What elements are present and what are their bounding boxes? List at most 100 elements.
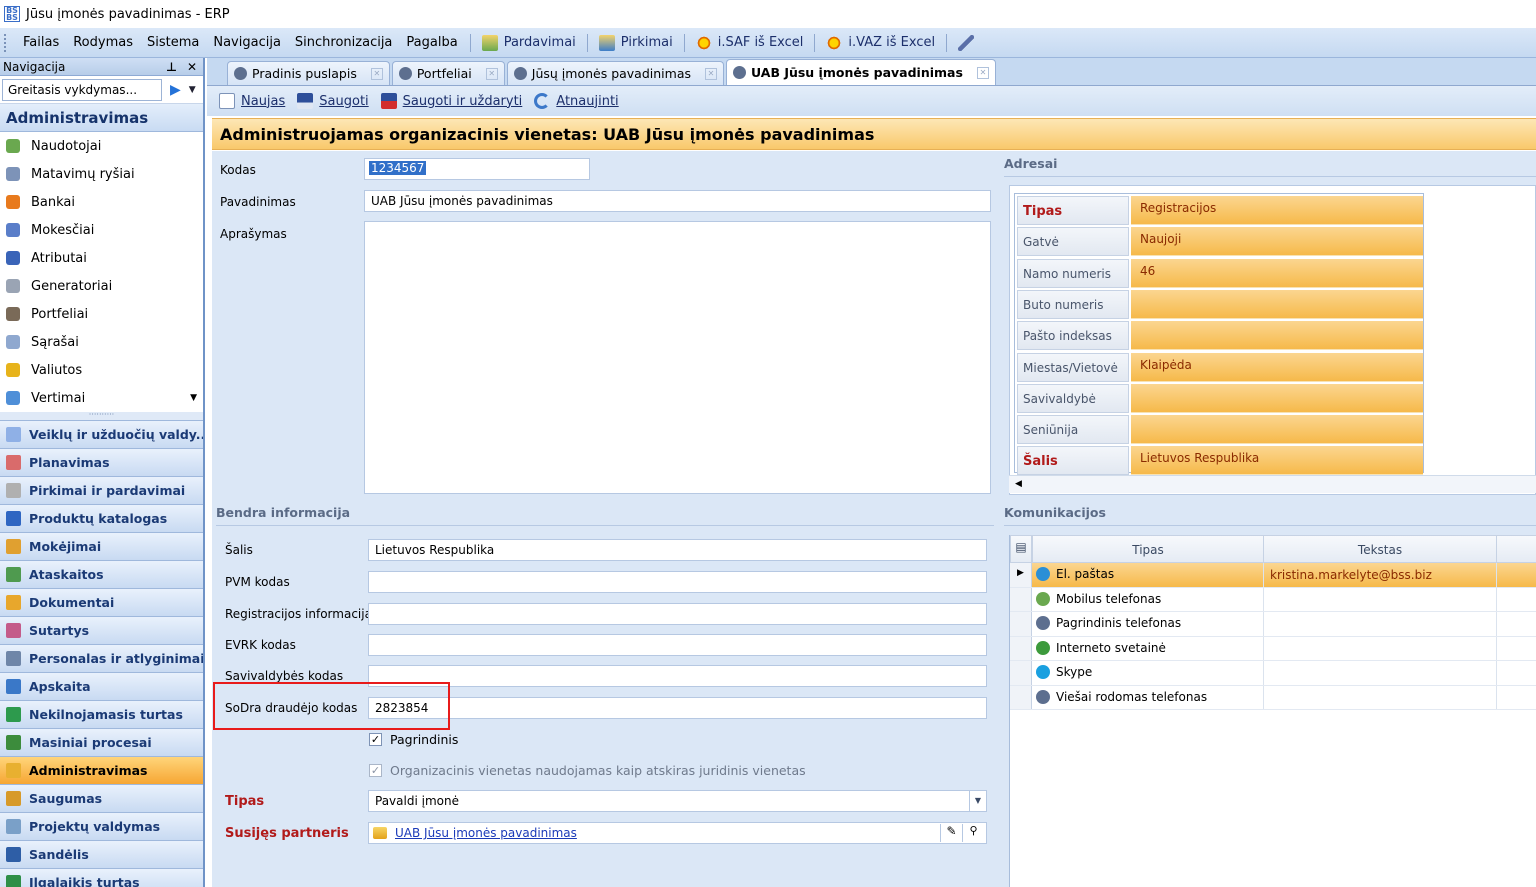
sodra-code-field[interactable]: 2823854	[368, 697, 987, 719]
nav-group[interactable]: Apskaita	[0, 672, 203, 700]
address-field-value[interactable]: Naujoji	[1131, 227, 1423, 257]
nav-group[interactable]: Produktų katalogas	[0, 504, 203, 532]
registration-info-field[interactable]	[368, 603, 987, 625]
quick-run-input[interactable]: Greitasis vykdymas...	[2, 78, 162, 101]
refresh-button[interactable]: Atnaujinti	[528, 93, 624, 109]
close-icon[interactable]: ✕	[370, 67, 383, 80]
purchases-button[interactable]: Pirkimai	[593, 34, 679, 51]
nav-group[interactable]: Ataskaitos	[0, 560, 203, 588]
nav-group[interactable]: Planavimas	[0, 448, 203, 476]
nav-group[interactable]: Dokumentai	[0, 588, 203, 616]
menu-navigacija[interactable]: Navigacija	[206, 35, 288, 50]
partner-field[interactable]: UAB Jūsu įmonės pavadinimas ✎ ⚲	[368, 822, 987, 844]
chevron-down-icon[interactable]: ▼	[189, 85, 196, 95]
menu-sinchronizacija[interactable]: Sinchronizacija	[288, 35, 399, 50]
isaf-excel-button[interactable]: i.SAF iš Excel	[690, 34, 810, 51]
edit-icon[interactable]: ✎	[940, 824, 962, 842]
municipality-code-field[interactable]	[368, 665, 987, 687]
communication-row[interactable]: ▶ El. paštas kristina.markelyte@bss.biz	[1010, 563, 1536, 588]
nav-group[interactable]: Mokėjimai	[0, 532, 203, 560]
communication-row[interactable]: Pagrindinis telefonas	[1010, 612, 1536, 637]
menu-sistema[interactable]: Sistema	[140, 35, 206, 50]
nav-group[interactable]: Veiklų ir užduočių valdy...	[0, 420, 203, 448]
communication-row[interactable]: Skype	[1010, 661, 1536, 686]
vat-code-field[interactable]	[368, 571, 987, 593]
nav-item[interactable]: Valiutos	[0, 356, 203, 384]
communication-row[interactable]: Mobilus telefonas	[1010, 587, 1536, 612]
tab[interactable]: UAB Jūsu įmonės pavadinimas ✕	[726, 59, 996, 85]
communication-row[interactable]: Viešai rodomas telefonas	[1010, 685, 1536, 710]
toolbar-grip[interactable]	[4, 33, 8, 52]
ivaz-excel-button[interactable]: i.VAZ iš Excel	[820, 34, 941, 51]
address-field-value[interactable]: Registracijos	[1131, 196, 1423, 225]
address-field-value[interactable]: Klaipėda	[1131, 352, 1423, 382]
address-row[interactable]: Šalis Lietuvos Respublika	[1017, 446, 1423, 476]
address-row[interactable]: Pašto indeksas	[1017, 321, 1423, 351]
grid-menu-icon[interactable]: ▤	[1010, 535, 1032, 563]
nav-item[interactable]: Portfeliai	[0, 300, 203, 328]
menu-rodymas[interactable]: Rodymas	[66, 35, 140, 50]
scroll-left-icon[interactable]: ◀	[1015, 479, 1022, 489]
address-field-value[interactable]	[1131, 383, 1423, 413]
tools-button[interactable]	[952, 34, 986, 51]
name-field[interactable]: UAB Jūsu įmonės pavadinimas	[364, 190, 991, 212]
nav-group[interactable]: Sandėlis	[0, 840, 203, 868]
save-button[interactable]: Saugoti	[291, 93, 374, 109]
code-field[interactable]: 1234567	[364, 158, 590, 180]
address-row[interactable]: Gatvė Naujoji	[1017, 227, 1423, 257]
tab[interactable]: Pradinis puslapis ✕	[227, 61, 390, 85]
sales-button[interactable]: Pardavimai	[476, 34, 582, 51]
nav-group[interactable]: Masiniai procesai	[0, 728, 203, 756]
nav-item[interactable]: Mokesčiai	[0, 216, 203, 244]
close-icon[interactable]: ✕	[187, 60, 197, 74]
nav-group[interactable]: Projektų valdymas	[0, 812, 203, 840]
nav-item[interactable]: Bankai	[0, 188, 203, 216]
address-field-value[interactable]: 46	[1131, 258, 1423, 288]
address-field-value[interactable]	[1131, 321, 1423, 351]
col-header-type[interactable]: Tipas	[1032, 535, 1264, 563]
nav-group[interactable]: Personalas ir atlyginimai	[0, 644, 203, 672]
save-close-button[interactable]: Saugoti ir uždaryti	[375, 93, 529, 109]
chevron-down-icon[interactable]: ▼	[969, 791, 986, 811]
address-row[interactable]: Seniūnija	[1017, 415, 1423, 445]
nav-group[interactable]: Sutartys	[0, 616, 203, 644]
address-row[interactable]: Miestas/Vietovė Klaipėda	[1017, 352, 1423, 383]
menu-failas[interactable]: Failas	[16, 35, 66, 50]
nav-item[interactable]: Sąrašai	[0, 328, 203, 356]
nav-item[interactable]: Vertimai ▼	[0, 384, 203, 412]
legal-entity-checkbox[interactable]: ✓ Organizacinis vienetas naudojamas kaip …	[369, 763, 806, 778]
partner-link[interactable]: UAB Jūsu įmonės pavadinimas	[395, 826, 577, 840]
main-checkbox[interactable]: ✓ Pagrindinis	[369, 732, 458, 747]
address-field-value[interactable]	[1131, 415, 1423, 445]
address-field-value[interactable]: Lietuvos Respublika	[1131, 446, 1423, 476]
nav-item[interactable]: Matavimų ryšiai	[0, 160, 203, 188]
address-field-value[interactable]	[1131, 289, 1423, 319]
nav-item[interactable]: Atributai	[0, 244, 203, 272]
address-row[interactable]: Buto numeris	[1017, 289, 1423, 320]
horizontal-scrollbar[interactable]: ◀	[1009, 475, 1536, 493]
new-button[interactable]: Naujas	[213, 93, 291, 109]
nav-group[interactable]: Ilgalaikis turtas	[0, 868, 203, 887]
nav-item[interactable]: Naudotojai	[0, 132, 203, 160]
type-select[interactable]: Pavaldi įmonė ▼	[368, 790, 987, 812]
address-row[interactable]: Tipas Registracijos	[1017, 196, 1423, 226]
col-header-text[interactable]: Tekstas	[1263, 535, 1497, 563]
nav-group[interactable]: Nekilnojamasis turtas	[0, 700, 203, 728]
tab[interactable]: Jūsų įmonės pavadinimas ✕	[506, 61, 724, 85]
close-icon[interactable]: ✕	[705, 67, 717, 80]
address-row[interactable]: Savivaldybė	[1017, 383, 1423, 414]
nav-group[interactable]: Administravimas	[0, 756, 203, 784]
scroll-down-icon[interactable]: ▼	[190, 393, 197, 403]
nav-splitter[interactable]: ··········	[0, 411, 203, 420]
country-field[interactable]: Lietuvos Respublika	[368, 539, 987, 561]
evrk-code-field[interactable]	[368, 634, 987, 656]
address-row[interactable]: Namo numeris 46	[1017, 258, 1423, 289]
nav-group[interactable]: Pirkimai ir pardavimai	[0, 476, 203, 504]
nav-group[interactable]: Saugumas	[0, 784, 203, 812]
close-icon[interactable]: ✕	[485, 67, 498, 80]
close-icon[interactable]: ✕	[976, 66, 989, 79]
description-field[interactable]	[364, 221, 991, 494]
pin-icon[interactable]: ⊥	[166, 60, 177, 74]
run-arrow-icon[interactable]: ▶	[170, 82, 181, 98]
search-icon[interactable]: ⚲	[962, 824, 984, 842]
